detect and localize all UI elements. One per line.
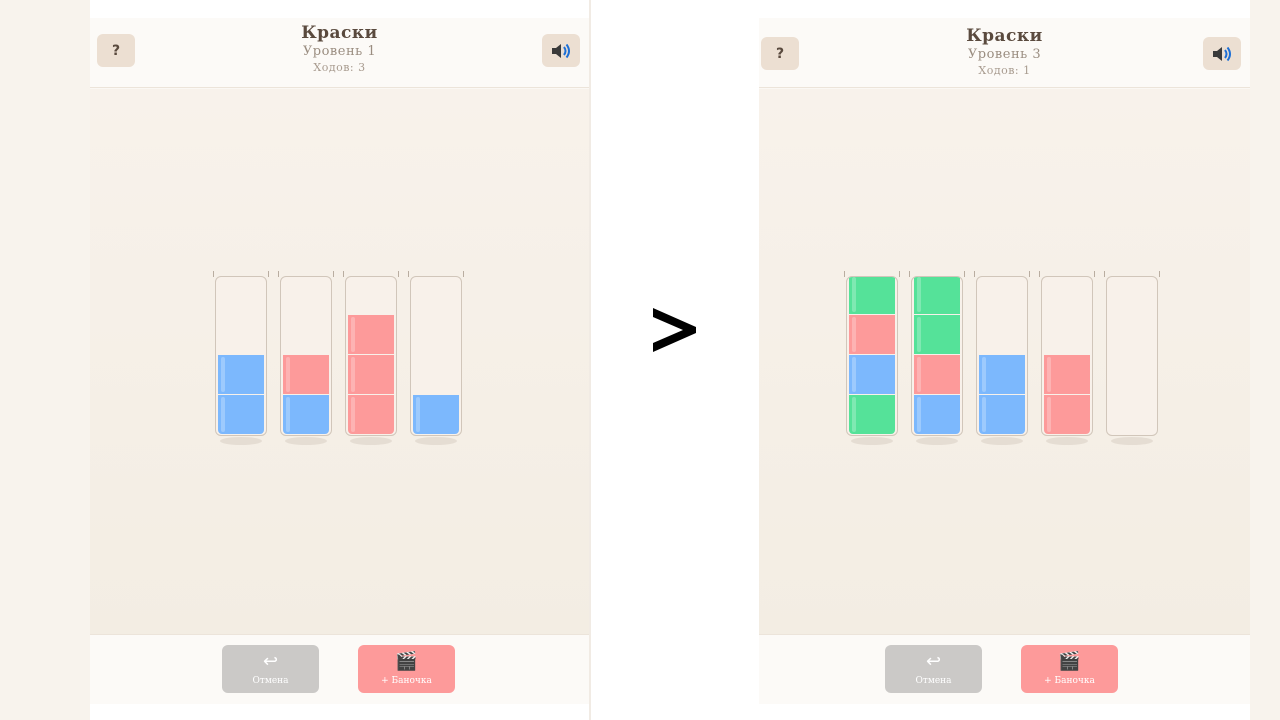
game-title: Краски xyxy=(966,26,1043,46)
paint-layer-red xyxy=(1044,355,1090,394)
undo-label: Отмена xyxy=(252,675,289,686)
level-label: Уровень 1 xyxy=(302,44,377,59)
tube-body xyxy=(911,276,963,436)
paint-layer-green xyxy=(849,277,895,314)
paint-tube[interactable] xyxy=(343,271,399,446)
paint-layer-red xyxy=(348,395,394,434)
play-area xyxy=(759,89,1250,634)
tube-body xyxy=(215,276,267,436)
paint-layer-blue xyxy=(218,355,264,394)
add-tube-label: + Баночка xyxy=(1044,675,1095,686)
paint-tube[interactable] xyxy=(213,271,269,446)
paint-layer-blue xyxy=(914,395,960,434)
paint-tube[interactable] xyxy=(1039,271,1095,446)
tube-shadow xyxy=(1111,437,1153,445)
add-tube-button[interactable]: 🎬 + Баночка xyxy=(358,645,455,693)
undo-label: Отмена xyxy=(915,675,952,686)
undo-button[interactable]: ↩ Отмена xyxy=(885,645,982,693)
game-screen-right: ? Краски Уровень 3 Ходов: 1 ↩ Отмена 🎬 +… xyxy=(759,18,1250,704)
speaker-icon xyxy=(1213,46,1231,61)
tube-body xyxy=(410,276,462,436)
left-margin xyxy=(0,0,90,720)
tube-shadow xyxy=(350,437,392,445)
paint-layer-blue xyxy=(218,395,264,434)
add-tube-button[interactable]: 🎬 + Баночка xyxy=(1021,645,1118,693)
paint-layer-red xyxy=(348,315,394,354)
level-label: Уровень 3 xyxy=(967,47,1042,62)
paint-layer-green xyxy=(914,315,960,354)
tube-body xyxy=(1106,276,1158,436)
paint-tube[interactable] xyxy=(1104,271,1160,446)
speaker-icon xyxy=(552,43,570,58)
add-tube-label: + Баночка xyxy=(381,675,432,686)
greater-than-arrow-icon xyxy=(653,308,696,352)
paint-layer-green xyxy=(849,395,895,434)
sound-button[interactable] xyxy=(542,34,580,67)
moves-counter: Ходов: 1 xyxy=(978,64,1031,77)
sound-button[interactable] xyxy=(1203,37,1241,70)
play-area xyxy=(90,89,589,634)
footer: ↩ Отмена 🎬 + Баночка xyxy=(90,634,589,704)
paint-tube[interactable] xyxy=(974,271,1030,446)
paint-tube[interactable] xyxy=(408,271,464,446)
paint-layer-blue xyxy=(979,395,1025,434)
tube-body xyxy=(280,276,332,436)
paint-layer-blue xyxy=(849,355,895,394)
header: ? Краски Уровень 1 Ходов: 3 xyxy=(90,18,589,88)
tube-body xyxy=(1041,276,1093,436)
right-margin xyxy=(1250,0,1280,720)
undo-arrow-icon: ↩ xyxy=(925,650,942,672)
paint-layer-blue xyxy=(283,395,329,434)
tube-shadow xyxy=(285,437,327,445)
tube-shadow xyxy=(916,437,958,445)
game-title: Краски xyxy=(301,23,378,43)
tube-shadow xyxy=(415,437,457,445)
paint-tube[interactable] xyxy=(909,271,965,446)
paint-layer-blue xyxy=(413,395,459,434)
clapperboard-icon: 🎬 xyxy=(395,650,418,672)
undo-button[interactable]: ↩ Отмена xyxy=(222,645,319,693)
paint-tube[interactable] xyxy=(278,271,334,446)
paint-layer-red xyxy=(1044,395,1090,434)
game-screen-left: ? Краски Уровень 1 Ходов: 3 ↩ Отмена 🎬 +… xyxy=(90,18,589,704)
paint-tube[interactable] xyxy=(844,271,900,446)
tube-body xyxy=(846,276,898,436)
paint-layer-blue xyxy=(979,355,1025,394)
paint-layer-red xyxy=(283,355,329,394)
header: ? Краски Уровень 3 Ходов: 1 xyxy=(759,18,1250,88)
paint-layer-red xyxy=(849,315,895,354)
paint-layer-green xyxy=(914,277,960,314)
tube-shadow xyxy=(220,437,262,445)
tube-body xyxy=(976,276,1028,436)
tube-shadow xyxy=(851,437,893,445)
footer: ↩ Отмена 🎬 + Баночка xyxy=(759,634,1250,704)
tube-shadow xyxy=(981,437,1023,445)
undo-arrow-icon: ↩ xyxy=(262,650,279,672)
divider xyxy=(589,0,591,720)
clapperboard-icon: 🎬 xyxy=(1058,650,1081,672)
moves-counter: Ходов: 3 xyxy=(313,61,366,74)
paint-layer-red xyxy=(914,355,960,394)
paint-layer-red xyxy=(348,355,394,394)
tube-body xyxy=(345,276,397,436)
tube-shadow xyxy=(1046,437,1088,445)
comparison-stage: ? Краски Уровень 1 Ходов: 3 ↩ Отмена 🎬 +… xyxy=(0,0,1280,720)
